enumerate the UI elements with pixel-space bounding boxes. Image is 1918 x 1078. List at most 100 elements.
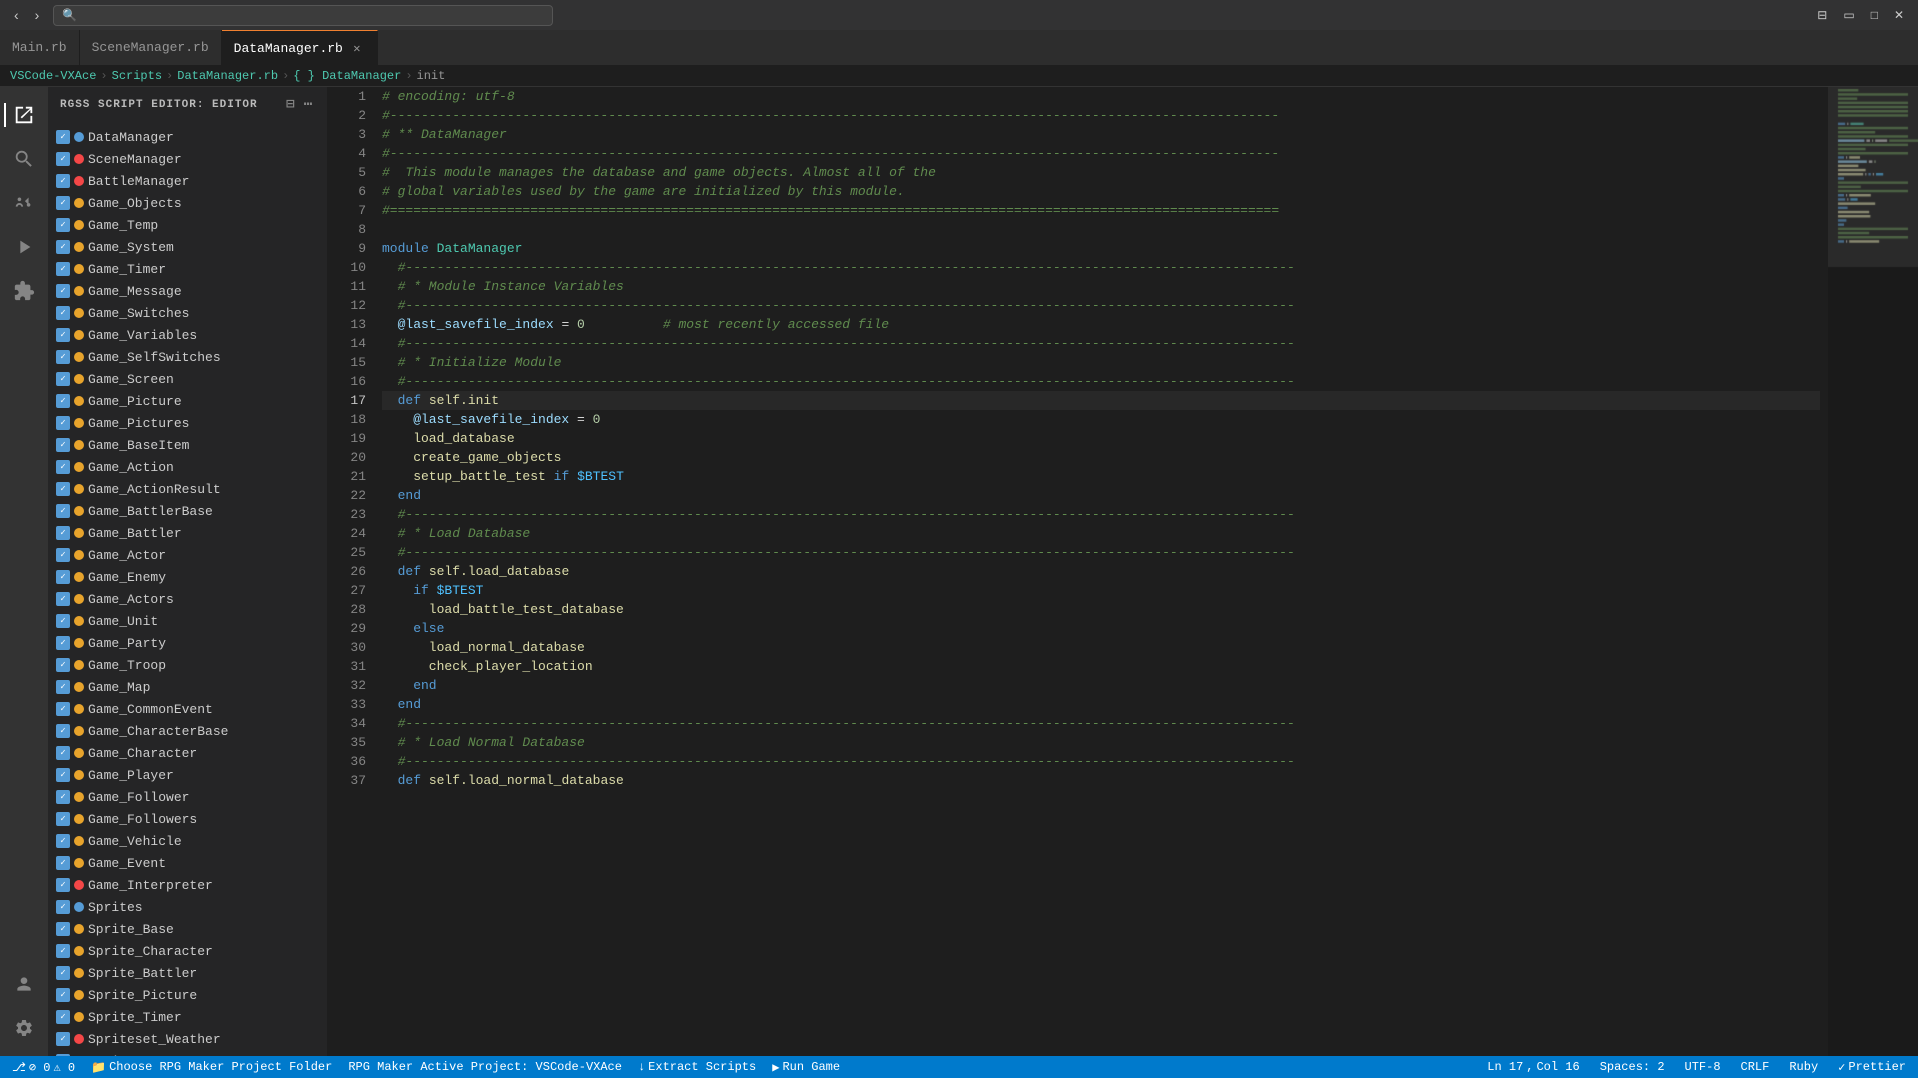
tab-main-rb[interactable]: Main.rb (0, 30, 80, 65)
back-button[interactable]: ‹ (8, 5, 25, 25)
title-search-input[interactable]: [Extension Development Host] RPG Maker f… (81, 8, 544, 22)
check-icon (56, 460, 70, 474)
navigation-buttons[interactable]: ‹ › (8, 5, 45, 25)
sidebar-toolbar[interactable]: ⊟ ⋯ (284, 94, 315, 115)
breadcrumb-vscode[interactable]: VSCode-VXAce (10, 69, 96, 83)
line-number: 32 (338, 676, 366, 695)
status-branch[interactable]: ⎇ ⊘ 0 ⚠ 0 (8, 1056, 79, 1078)
activity-account[interactable] (4, 964, 44, 1004)
sidebar-item-scenemanager[interactable]: SceneManager (48, 148, 327, 170)
code-line: # encoding: utf-8 (382, 87, 1820, 106)
status-language-text: Ruby (1789, 1060, 1818, 1074)
sidebar-item-game_picture[interactable]: Game_Picture (48, 390, 327, 412)
breadcrumb-file[interactable]: DataManager.rb (177, 69, 278, 83)
breadcrumb: VSCode-VXAce › Scripts › DataManager.rb … (0, 65, 1918, 87)
status-run[interactable]: ▶ Run Game (768, 1056, 844, 1078)
editor-scroll[interactable]: 1234567891011121314151617181920212223242… (328, 87, 1828, 1056)
sidebar-item-sprite_character[interactable]: Sprite_Character (48, 940, 327, 962)
status-spaces[interactable]: Spaces: 2 (1596, 1056, 1669, 1078)
activity-source-control[interactable] (4, 183, 44, 223)
sidebar-item-game_characterbase[interactable]: Game_CharacterBase (48, 720, 327, 742)
sidebar-item-game_baseitem[interactable]: Game_BaseItem (48, 434, 327, 456)
maximize-button[interactable]: □ (1865, 6, 1884, 24)
sidebar-item-label: Game_Variables (88, 328, 197, 343)
sidebar-item-game_vehicle[interactable]: Game_Vehicle (48, 830, 327, 852)
status-encoding[interactable]: UTF-8 (1681, 1056, 1725, 1078)
sidebar-item-game_commonevent[interactable]: Game_CommonEvent (48, 698, 327, 720)
sidebar-item-game_battlerbase[interactable]: Game_BattlerBase (48, 500, 327, 522)
tab-data-manager-rb[interactable]: DataManager.rb ✕ (222, 30, 378, 65)
sidebar-collapse-icon[interactable]: ⊟ (284, 94, 297, 115)
sidebar-item-game_temp[interactable]: Game_Temp (48, 214, 327, 236)
toggle-panel-button[interactable]: ▭ (1837, 6, 1860, 24)
activity-search[interactable] (4, 139, 44, 179)
sidebar-item-game_variables[interactable]: Game_Variables (48, 324, 327, 346)
status-formatter[interactable]: ✓ Prettier (1834, 1056, 1910, 1078)
sidebar-item-sprite_picture[interactable]: Sprite_Picture (48, 984, 327, 1006)
minimap (1828, 87, 1918, 1056)
sidebar-item-game_map[interactable]: Game_Map (48, 676, 327, 698)
sidebar-item-game_pictures[interactable]: Game_Pictures (48, 412, 327, 434)
status-dot (74, 198, 84, 208)
status-dot (74, 924, 84, 934)
sidebar-item-game_switches[interactable]: Game_Switches (48, 302, 327, 324)
activity-settings[interactable] (4, 1008, 44, 1048)
sidebar-item-game_follower[interactable]: Game_Follower (48, 786, 327, 808)
sidebar-item-sprite_battler[interactable]: Sprite_Battler (48, 962, 327, 984)
close-button[interactable]: ✕ (1888, 6, 1910, 24)
sidebar-item-sprite_timer[interactable]: Sprite_Timer (48, 1006, 327, 1028)
code-editor[interactable]: 1234567891011121314151617181920212223242… (328, 87, 1828, 1056)
sidebar-item-game_interpreter[interactable]: Game_Interpreter (48, 874, 327, 896)
sidebar-item-game_followers[interactable]: Game_Followers (48, 808, 327, 830)
sidebar-item-game_party[interactable]: Game_Party (48, 632, 327, 654)
forward-button[interactable]: › (29, 5, 46, 25)
sidebar-item-label: Game_Enemy (88, 570, 166, 585)
sidebar-item-game_troop[interactable]: Game_Troop (48, 654, 327, 676)
code-content[interactable]: # encoding: utf-8#----------------------… (374, 87, 1828, 1056)
sidebar-item-game_player[interactable]: Game_Player (48, 764, 327, 786)
activity-run[interactable] (4, 227, 44, 267)
sidebar-item-spriteset_weather[interactable]: Spriteset_Weather (48, 1028, 327, 1050)
sidebar-item-datamanager[interactable]: DataManager (48, 126, 327, 148)
sidebar-item-game_screen[interactable]: Game_Screen (48, 368, 327, 390)
status-line-ending[interactable]: CRLF (1737, 1056, 1774, 1078)
split-editor-button[interactable]: ⊟ (1811, 6, 1833, 24)
line-number: 36 (338, 752, 366, 771)
status-project[interactable]: RPG Maker Active Project: VSCode-VXAce (344, 1056, 626, 1078)
sidebar-item-game_enemy[interactable]: Game_Enemy (48, 566, 327, 588)
sidebar-item-game_actionresult[interactable]: Game_ActionResult (48, 478, 327, 500)
status-position[interactable]: Ln 17, Col 16 (1483, 1056, 1583, 1078)
sidebar-item-game_unit[interactable]: Game_Unit (48, 610, 327, 632)
breadcrumb-scripts[interactable]: Scripts (112, 69, 162, 83)
sidebar-item-battlemanager[interactable]: BattleManager (48, 170, 327, 192)
sidebar-item-label: Game_Picture (88, 394, 182, 409)
tab-scene-manager-rb[interactable]: SceneManager.rb (80, 30, 222, 65)
activity-extensions[interactable] (4, 271, 44, 311)
status-folder[interactable]: 📁 Choose RPG Maker Project Folder (87, 1056, 336, 1078)
sidebar-item-game_battler[interactable]: Game_Battler (48, 522, 327, 544)
sidebar-item-sprite_base[interactable]: Sprite_Base (48, 918, 327, 940)
sidebar-menu-icon[interactable]: ⋯ (302, 94, 315, 115)
activity-explorer[interactable] (4, 95, 44, 135)
line-number: 21 (338, 467, 366, 486)
sidebar-item-sprites[interactable]: Sprites (48, 896, 327, 918)
sidebar-item-label: Game_Switches (88, 306, 189, 321)
title-search-bar[interactable]: 🔍 [Extension Development Host] RPG Maker… (53, 5, 553, 26)
code-line: # * Initialize Module (382, 353, 1820, 372)
tab-close-icon[interactable]: ✕ (349, 40, 365, 56)
sidebar-item-game_action[interactable]: Game_Action (48, 456, 327, 478)
sidebar-item-game_event[interactable]: Game_Event (48, 852, 327, 874)
sidebar-item-game_actors[interactable]: Game_Actors (48, 588, 327, 610)
sidebar-item-game_character[interactable]: Game_Character (48, 742, 327, 764)
sidebar-item-game_timer[interactable]: Game_Timer (48, 258, 327, 280)
sidebar-item-game_objects[interactable]: Game_Objects (48, 192, 327, 214)
sidebar-item-game_actor[interactable]: Game_Actor (48, 544, 327, 566)
status-language[interactable]: Ruby (1785, 1056, 1822, 1078)
sidebar-item-game_message[interactable]: Game_Message (48, 280, 327, 302)
sidebar-item-game_system[interactable]: Game_System (48, 236, 327, 258)
status-extract[interactable]: ↓ Extract Scripts (634, 1056, 760, 1078)
sidebar-item-label: Game_Objects (88, 196, 182, 211)
breadcrumb-class[interactable]: { } DataManager (293, 69, 401, 83)
sidebar-item-game_selfswitches[interactable]: Game_SelfSwitches (48, 346, 327, 368)
status-dot (74, 836, 84, 846)
